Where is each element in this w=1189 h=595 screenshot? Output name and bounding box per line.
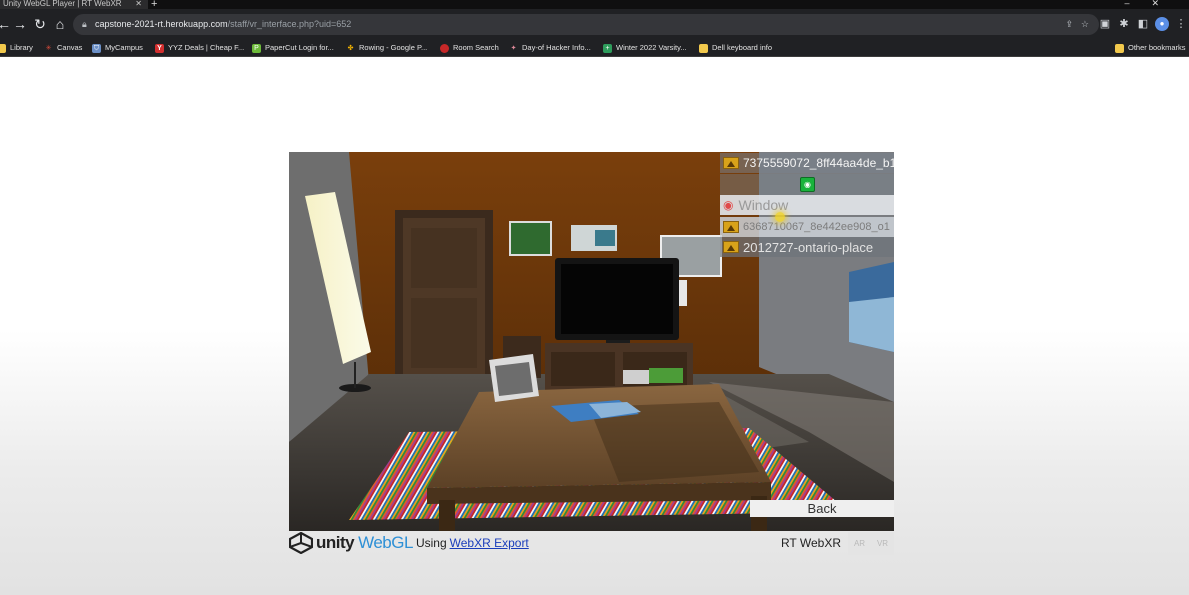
unity-footer-brand: unity WebGL Using WebXR Export	[289, 531, 529, 555]
y-icon: Y	[155, 43, 164, 53]
back-arrow-icon[interactable]: ←	[0, 15, 12, 33]
xr-controls: RT WebXR AR VR	[781, 531, 894, 555]
notion-icon: ✦	[510, 44, 517, 52]
vr-image-item[interactable]: 2012727-ontario-place	[720, 237, 894, 257]
folder-icon	[699, 43, 708, 53]
tab-title: Unity WebGL Player | RT WebXR	[3, 0, 122, 8]
url-host: capstone-2021-rt.herokuapp.com	[95, 19, 228, 29]
unity-wordmark: unity	[316, 533, 355, 552]
unity-webgl-canvas[interactable]: 7375559072_8ff44aa4de_b1 ◉ ◉ Window 6368…	[289, 152, 894, 531]
vr-image-item[interactable]: 7375559072_8ff44aa4de_b1	[720, 153, 894, 173]
bookmark-item[interactable]: ✤ Rowing - Google P...	[346, 39, 428, 57]
browser-toolbar: ← → ↻ ⌂ 🔒︎ capstone-2021-rt.herokuapp.co…	[0, 9, 1189, 39]
other-bookmarks[interactable]: Other bookmarks	[1115, 39, 1186, 57]
star-icon[interactable]: ☆	[1081, 14, 1089, 35]
bookmark-item[interactable]: Library	[0, 39, 33, 57]
home-icon[interactable]: ⌂	[52, 15, 68, 33]
bookmarks-bar: Library ✳ Canvas ⛉ MyCampus Y YYZ Deals …	[0, 39, 1189, 57]
vr-window-item[interactable]: ◉ Window	[720, 195, 894, 215]
bookmark-item[interactable]: Dell keyboard info	[699, 39, 772, 57]
webgl-wordmark: WebGL	[358, 533, 413, 552]
sidepanel-icon[interactable]: ◧	[1136, 17, 1150, 31]
rt-webxr-label: RT WebXR	[780, 536, 841, 550]
eye-icon[interactable]: ◉	[800, 177, 815, 192]
extension-icon[interactable]: ▣	[1098, 17, 1112, 31]
webxr-export-link[interactable]: WebXR Export	[450, 536, 529, 550]
vr-gaze-cursor	[775, 212, 785, 222]
papercut-icon: P	[252, 43, 261, 53]
browser-tab[interactable]: Unity WebGL Player | RT WebXR ✕	[0, 0, 148, 9]
bookmark-item[interactable]: ⛉ MyCampus	[92, 39, 143, 57]
share-icon[interactable]: ⇪	[1065, 14, 1073, 35]
red-circle-icon	[440, 43, 449, 53]
address-bar[interactable]: 🔒︎ capstone-2021-rt.herokuapp.com/staff/…	[73, 14, 1099, 35]
browser-tab-strip: Unity WebGL Player | RT WebXR ✕ + –✕	[0, 0, 1189, 9]
window-controls[interactable]: –✕	[1124, 0, 1181, 9]
image-icon	[723, 157, 739, 169]
vr-eye-row: ◉	[720, 174, 894, 195]
image-icon	[723, 241, 739, 253]
folder-icon	[0, 43, 6, 53]
bookmark-item[interactable]: + Winter 2022 Varsity...	[603, 39, 687, 57]
forward-arrow-icon[interactable]: →	[12, 15, 28, 33]
new-tab-icon[interactable]: +	[151, 0, 157, 9]
pinwheel-icon: ✤	[347, 44, 354, 52]
canvas-icon: ✳	[45, 44, 52, 52]
profile-avatar-icon[interactable]: ●	[1155, 17, 1169, 31]
lock-icon: 🔒︎	[82, 19, 87, 29]
bookmark-item[interactable]: P PaperCut Login for...	[252, 39, 334, 57]
unity-logo-icon	[289, 532, 313, 554]
menu-kebab-icon[interactable]: ⋮	[1174, 17, 1188, 31]
bookmark-item[interactable]: Y YYZ Deals | Cheap F...	[155, 39, 244, 57]
bookmark-item[interactable]: Room Search	[440, 39, 499, 57]
url-path: /staff/vr_interface.php?uid=652	[227, 19, 352, 29]
folder-icon	[1115, 43, 1124, 53]
ar-button[interactable]: AR	[848, 531, 871, 555]
puzzle-icon[interactable]: ✱	[1117, 17, 1131, 31]
shield-icon: ⛉	[92, 43, 101, 53]
reload-icon[interactable]: ↻	[32, 15, 48, 33]
vr-image-item[interactable]: 6368710067_8e442ee908_o1	[720, 217, 894, 237]
back-button[interactable]: Back	[750, 500, 894, 517]
image-icon	[723, 221, 739, 233]
using-label: Using	[415, 536, 447, 550]
bookmark-item[interactable]: ✦ Day-of Hacker Info...	[509, 39, 591, 57]
bookmark-item[interactable]: ✳ Canvas	[44, 39, 83, 57]
hidden-eye-icon: ◉	[723, 198, 734, 212]
vr-button[interactable]: VR	[871, 531, 894, 555]
plus-icon: +	[603, 43, 612, 53]
close-tab-icon[interactable]: ✕	[135, 0, 142, 8]
